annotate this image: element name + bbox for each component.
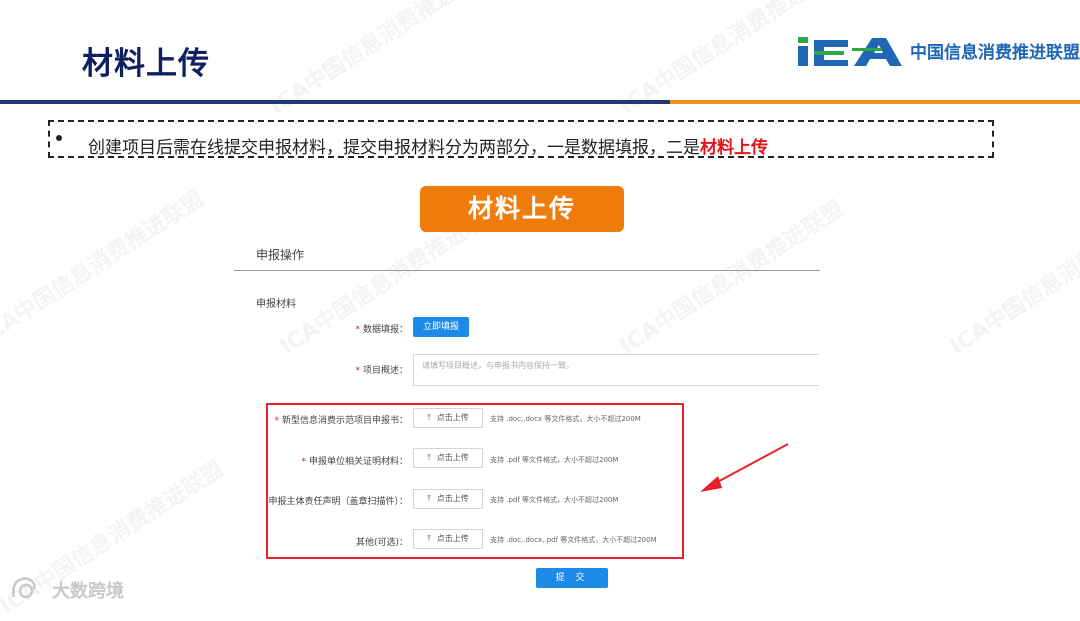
upload-button-label: 点击上传 [436,413,469,422]
summary-label: * 项目概述： [355,363,408,376]
alliance-logo-text: 中国信息消费推进联盟 [910,43,1080,63]
upload-label-statement: 申报主体责任声明（盖章扫描件）： [265,494,408,507]
upload-button-statement[interactable]: ⤒ 点击上传 [413,489,483,509]
upload-icon: ⤒ [427,494,431,503]
summary-label-text: 项目概述： [362,366,408,376]
required-mark: * [355,366,360,376]
upload-button-application[interactable]: ⤒ 点击上传 [413,408,483,428]
upload-label-text: 新型信息消费示范项目申报书： [281,416,408,426]
bullet-text: 创建项目后需在线提交申报材料，提交申报材料分为两部分，一是数据填报，二是材料上传 [88,133,768,158]
upload-label-text: 其他(可选)： [355,538,408,548]
upload-hint: 支持 .doc,.docx,.pdf 等文件格式，大小不超过200M [490,536,657,544]
upload-label-text: 申报单位相关证明材料： [308,457,408,467]
upload-icon: ⤒ [427,413,431,422]
footer-brand: 大数跨境 [52,581,124,602]
upload-label-certificate: * 申报单位相关证明材料： [301,454,408,467]
upload-hint: 支持 .pdf 等文件格式，大小不超过200M [490,456,619,464]
upload-hint: 支持 .pdf 等文件格式，大小不超过200M [490,496,619,504]
upload-label-other: 其他(可选)： [353,535,408,548]
section-badge: 材料上传 [420,186,624,232]
upload-hint: 支持 .doc,.docx 等文件格式，大小不超过200M [490,415,641,423]
bullet-highlight: 材料上传 [700,138,768,158]
fill-now-button[interactable]: 立即填报 [413,317,469,337]
upload-button-certificate[interactable]: ⤒ 点击上传 [413,448,483,468]
red-arrow-icon [700,443,789,492]
upload-icon: ⤒ [427,453,431,462]
upload-button-label: 点击上传 [436,494,469,503]
form-section-title: 申报操作 [256,248,305,262]
data-fill-label: * 数据填报： [355,322,408,335]
watermark: ICA中国信息消费推进联盟 [615,196,849,360]
slide-title: 材料上传 [82,46,210,82]
upload-label-application: * 新型信息消费示范项目申报书： [274,413,408,426]
summary-textarea[interactable]: 请填写项目概述，与申报书内容保持一致。 [413,354,819,386]
data-fill-label-text: 数据填报： [362,325,408,335]
submit-button[interactable]: 提 交 [536,568,608,588]
watermark: ICA中国信息消费推进联盟 [945,196,1080,360]
upload-icon: ⤒ [427,534,431,543]
footer-logo-icon [12,577,36,599]
bullet-body: 创建项目后需在线提交申报材料，提交申报材料分为两部分，一是数据填报，二是 [88,138,700,158]
upload-button-other[interactable]: ⤒ 点击上传 [413,529,483,549]
required-mark: * [274,416,279,426]
form-divider [234,270,820,271]
header-rule-orange [670,100,1080,104]
upload-button-label: 点击上传 [436,534,469,543]
required-mark: * [355,325,360,335]
required-mark: * [301,457,306,467]
upload-label-text: 申报主体责任声明（盖章扫描件）： [268,497,408,507]
bullet-dot [56,135,62,141]
materials-label: 申报材料 [256,299,296,310]
header-rule-blue [0,100,670,104]
upload-button-label: 点击上传 [436,453,469,462]
watermark: ICA中国信息消费推进联盟 [0,186,209,350]
